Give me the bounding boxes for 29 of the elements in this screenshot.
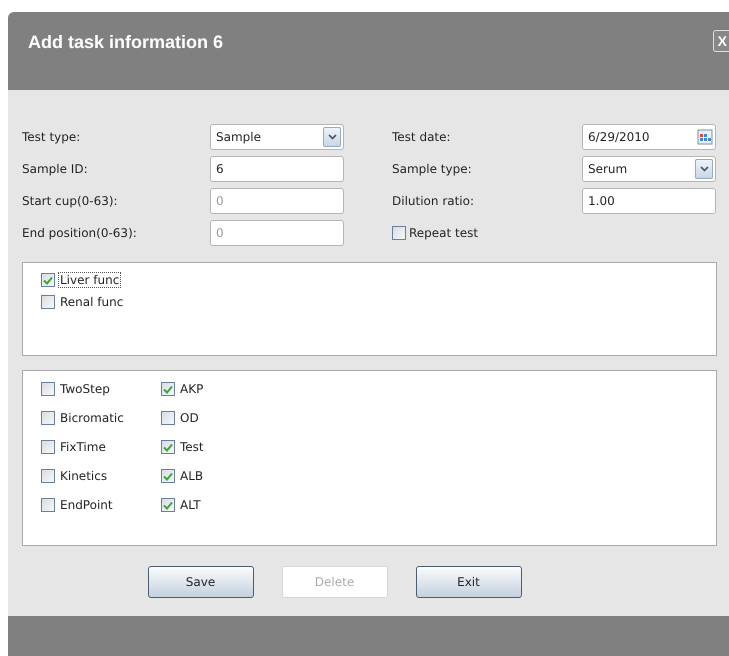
item-label: FixTime	[59, 439, 107, 455]
item-label: ALT	[179, 497, 202, 513]
field-label: End position(0-63):	[22, 226, 138, 240]
dropdown-field[interactable]: Sample	[210, 124, 344, 150]
checkbox-label: Repeat test	[409, 226, 478, 240]
item-label: ALB	[179, 468, 204, 484]
group-label[interactable]: Liver func	[58, 272, 122, 288]
window-title: Add task information 6	[28, 32, 224, 52]
dropdown-field[interactable]: Serum	[582, 156, 716, 182]
field-label: Sample type:	[392, 162, 473, 176]
close-button[interactable]: X	[712, 30, 729, 52]
dialog-button[interactable]: Exit	[416, 566, 522, 598]
field-label: Sample ID:	[22, 162, 89, 176]
item-label: Bicromatic	[59, 410, 125, 426]
item-label: Test	[179, 439, 205, 455]
item-label: TwoStep	[59, 381, 111, 397]
group-label[interactable]: Renal func	[58, 294, 126, 310]
field-label: Test date:	[392, 130, 452, 144]
field-label: Test type:	[22, 130, 82, 144]
input-field[interactable]: 1.00	[582, 188, 716, 214]
item-label: EndPoint	[59, 497, 114, 513]
input-field[interactable]: 6	[210, 156, 344, 182]
field-label: Start cup(0-63):	[22, 194, 119, 208]
dialog-button[interactable]: Save	[148, 566, 254, 598]
item-label: AKP	[179, 381, 204, 397]
date-field[interactable]: 6/29/2010	[582, 124, 716, 150]
item-label: OD	[179, 410, 200, 426]
item-label: Kinetics	[59, 468, 108, 484]
field-label: Dilution ratio:	[392, 194, 476, 208]
